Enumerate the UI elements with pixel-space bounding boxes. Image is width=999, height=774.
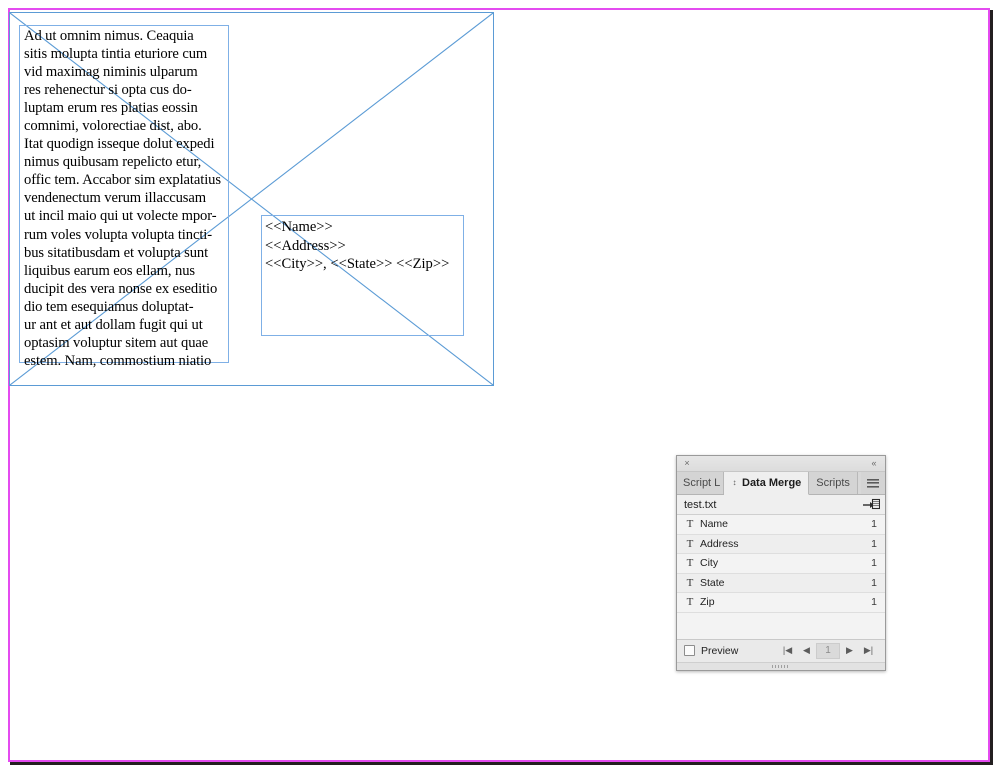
text-field-icon: T [686, 576, 694, 589]
tab-data-merge[interactable]: ↕ Data Merge [724, 472, 810, 495]
text-field-icon: T [686, 557, 694, 570]
data-source-row[interactable]: test.txt [677, 495, 885, 515]
tab-script-label[interactable]: Script L [677, 472, 724, 494]
field-count: 1 [871, 596, 877, 609]
hamburger-icon [867, 478, 879, 488]
field-name: Zip [700, 596, 715, 609]
preview-label: Preview [701, 644, 739, 657]
data-merge-panel[interactable]: × « Script L ↕ Data Merge Scripts test.t… [676, 455, 886, 671]
list-item[interactable]: T State 1 [677, 573, 885, 593]
body-text-frame[interactable]: Ad ut omnim nimus. Ceaquia sitis molupta… [19, 25, 229, 369]
list-item[interactable]: T City 1 [677, 554, 885, 574]
next-record-button[interactable]: ▶ [840, 643, 859, 659]
list-item[interactable]: T Address 1 [677, 534, 885, 554]
merge-fields-text: <<Name>> <<Address>> <<City>>, <<State>>… [265, 219, 450, 272]
list-item[interactable]: T Zip 1 [677, 593, 885, 613]
record-navigation: |◀ ◀ 1 ▶ ▶| [778, 642, 878, 659]
merge-fields-frame[interactable]: <<Name>> <<Address>> <<City>>, <<State>>… [261, 215, 464, 336]
field-name: Address [700, 537, 739, 550]
preview-checkbox[interactable] [684, 645, 695, 656]
first-record-button[interactable]: |◀ [778, 643, 797, 659]
page-shadow-bottom [10, 762, 993, 765]
tab-data-merge-text: Data Merge [742, 477, 802, 489]
field-list-empty-area [677, 612, 885, 640]
update-data-source-glyph [863, 498, 881, 510]
update-data-source-icon[interactable] [863, 498, 881, 511]
field-count: 1 [871, 518, 877, 531]
panel-menu-button[interactable] [861, 472, 885, 494]
field-count: 1 [871, 576, 877, 589]
page-shadow-right [990, 10, 993, 764]
tab-script-label-text: Script L [683, 477, 721, 489]
text-field-icon: T [686, 537, 694, 550]
panel-resize-grip[interactable] [677, 661, 885, 670]
collapse-panel-icon[interactable]: « [868, 457, 880, 469]
tab-grip-icon: ↕ [732, 478, 737, 487]
tab-scripts-text: Scripts [816, 477, 850, 489]
previous-record-button[interactable]: ◀ [797, 643, 816, 659]
field-name: Name [700, 518, 729, 531]
list-item[interactable]: T Name 1 [677, 515, 885, 535]
record-number-input[interactable]: 1 [816, 642, 840, 659]
panel-tab-bar: Script L ↕ Data Merge Scripts [677, 472, 885, 495]
data-source-name: test.txt [684, 498, 717, 511]
field-name: State [700, 576, 725, 589]
merge-field-list[interactable]: T Name 1 T Address 1 T City 1 T State 1 … [677, 515, 885, 613]
tab-scripts[interactable]: Scripts [809, 472, 858, 494]
body-text: Ad ut omnim nimus. Ceaquia sitis molupta… [24, 28, 221, 369]
text-field-icon: T [686, 518, 694, 531]
field-count: 1 [871, 537, 877, 550]
panel-footer: Preview |◀ ◀ 1 ▶ ▶| [677, 639, 885, 662]
grip-dots-icon [772, 664, 790, 668]
text-field-icon: T [686, 596, 694, 609]
field-name: City [700, 557, 719, 570]
panel-titlebar: × « [677, 456, 885, 472]
field-count: 1 [871, 557, 877, 570]
close-icon[interactable]: × [682, 458, 692, 468]
last-record-button[interactable]: ▶| [859, 643, 878, 659]
